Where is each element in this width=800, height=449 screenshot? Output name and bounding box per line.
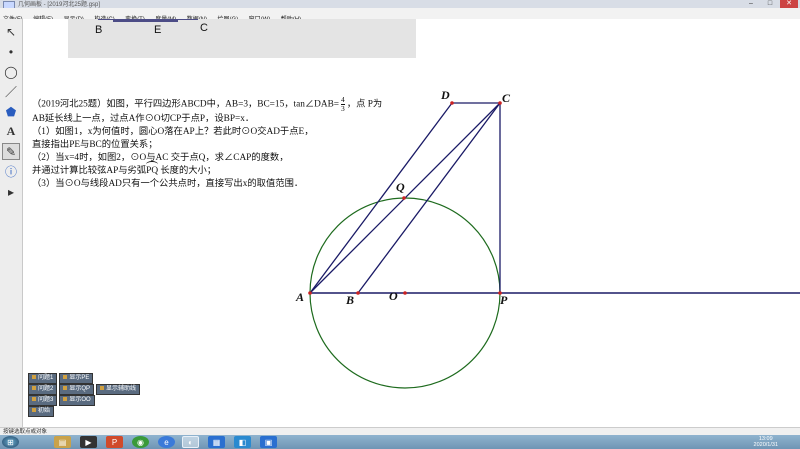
label-a: A xyxy=(295,290,304,304)
sketch-canvas[interactable]: B E C （2019河北25题）如图，平行四边形ABCD中，AB=3，BC=1… xyxy=(23,19,800,427)
circle-icon: ◯ xyxy=(4,64,18,79)
text-tool[interactable]: A xyxy=(2,123,20,140)
file-explorer-icon[interactable]: ▤ xyxy=(54,436,71,448)
button-row-1: 问题1 显示PE xyxy=(28,373,142,384)
browser-icon[interactable]: e xyxy=(158,436,175,448)
info-icon: ⓘ xyxy=(4,165,17,179)
start-orb-icon[interactable]: ⊞ xyxy=(2,436,19,448)
app-icon[interactable]: ▦ xyxy=(208,436,225,448)
polygon-tool[interactable]: ⬟ xyxy=(2,103,20,120)
minimize-button[interactable]: – xyxy=(742,0,760,8)
polygon-icon: ⬟ xyxy=(5,104,17,119)
presentation-icon[interactable]: P xyxy=(106,436,123,448)
point-icon: • xyxy=(8,44,14,59)
close-button[interactable]: ✕ xyxy=(780,0,798,8)
label-q: Q xyxy=(396,180,405,194)
reset-button[interactable]: 初始 xyxy=(28,406,55,417)
marker-tool[interactable]: ✎ xyxy=(2,143,20,160)
information-tool[interactable]: ⓘ xyxy=(2,163,20,180)
clock-date: 2020/1/31 xyxy=(753,442,778,448)
segment-cb[interactable] xyxy=(357,102,501,294)
chrome-icon[interactable]: ◉ xyxy=(132,436,149,448)
show-auxiliary-lines-button[interactable]: 显示辅助线 xyxy=(96,384,141,395)
segment-ad[interactable] xyxy=(309,102,453,294)
action-buttons: 问题1 显示PE 问题2 显示QP 显示辅助线 问题3 显示OO 初始 xyxy=(28,373,142,417)
label-p: P xyxy=(500,293,508,307)
question-2-button[interactable]: 问题2 xyxy=(28,384,58,395)
custom-tool[interactable]: ▸ xyxy=(2,183,20,200)
line-icon: ／ xyxy=(4,85,17,99)
app-icon-2[interactable]: ◧ xyxy=(234,436,251,448)
window-title: 几何画板 - [2019河北25题.gsp] xyxy=(18,2,101,8)
question-3-button[interactable]: 问题3 xyxy=(28,395,58,406)
maximize-button[interactable]: □ xyxy=(761,0,779,8)
sketchpad-icon[interactable]: ◐ xyxy=(182,436,199,448)
show-oo-button[interactable]: 显示OO xyxy=(59,395,95,406)
show-pe-button[interactable]: 显示PE xyxy=(59,373,94,384)
compass-tool[interactable]: ◯ xyxy=(2,63,20,80)
geometry-figure: A B O P D C Q xyxy=(295,88,800,389)
arrow-select-tool[interactable]: ↖ xyxy=(2,23,20,40)
button-row-3: 问题3 显示OO xyxy=(28,395,142,406)
button-row-4: 初始 xyxy=(28,406,142,417)
label-o: O xyxy=(389,289,398,303)
system-clock[interactable]: 13:09 2020/1/31 xyxy=(754,436,778,448)
taskbar: ⊞ ▤ ▶ P ◉ e ◐ ▦ ◧ ▣ 13:09 2020/1/31 xyxy=(0,435,800,449)
marker-icon: ✎ xyxy=(5,144,17,159)
toolbox: ↖ • ◯ ／ ⬟ A ✎ ⓘ ▸ xyxy=(0,19,23,427)
label-d: D xyxy=(440,88,450,102)
point-b[interactable] xyxy=(356,291,360,295)
straightedge-tool[interactable]: ／ xyxy=(2,83,20,100)
arrow-icon: ↖ xyxy=(5,24,17,39)
app-icon-3[interactable]: ▣ xyxy=(260,436,277,448)
question-1-button[interactable]: 问题1 xyxy=(28,373,58,384)
label-c: C xyxy=(502,91,511,105)
media-player-icon[interactable]: ▶ xyxy=(80,436,97,448)
point-o[interactable] xyxy=(403,291,407,295)
label-b: B xyxy=(345,293,354,307)
point-d[interactable] xyxy=(450,101,454,105)
button-row-2: 问题2 显示QP 显示辅助线 xyxy=(28,384,142,395)
text-icon: A xyxy=(6,124,16,138)
show-qp-button[interactable]: 显示QP xyxy=(59,384,95,395)
point-a[interactable] xyxy=(308,291,312,295)
point-q[interactable] xyxy=(402,196,406,200)
point-tool[interactable]: • xyxy=(2,43,20,60)
custom-tool-icon: ▸ xyxy=(7,184,15,199)
